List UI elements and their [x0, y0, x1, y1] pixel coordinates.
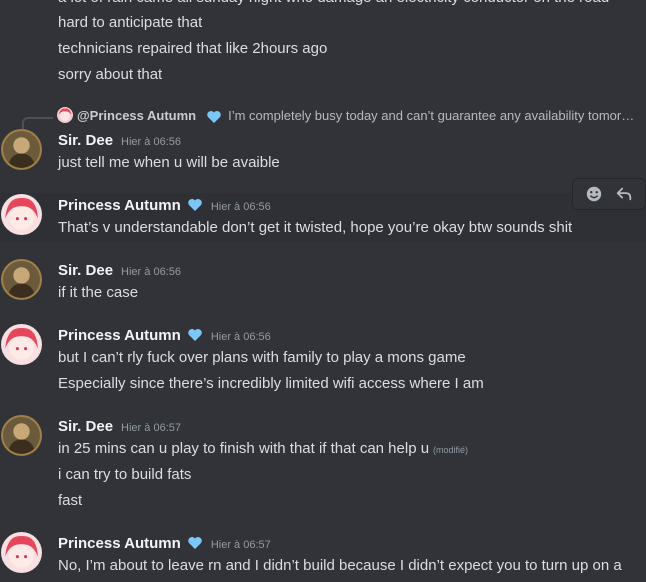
message-text: in 25 mins can u play to finish with tha… — [58, 440, 430, 457]
avatar[interactable] — [1, 324, 42, 365]
timestamp: Hier à 06:56 — [121, 136, 181, 148]
blue-heart-icon — [188, 329, 202, 341]
message-line: No, I’m about to leave rn and I didn’t b… — [58, 557, 622, 574]
author-name[interactable]: Sir. Dee — [58, 261, 113, 281]
message-line: sorry about that — [58, 66, 163, 83]
timestamp: Hier à 06:56 — [210, 331, 271, 343]
reply-preview[interactable]: @Princess Autumn I’m completely busy tod… — [57, 107, 643, 123]
blue-heart-icon — [207, 111, 221, 123]
avatar[interactable] — [1, 129, 42, 170]
avatar[interactable] — [1, 259, 42, 300]
message-line: but I can’t rly fuck over plans with fam… — [58, 349, 466, 366]
author-name[interactable]: Princess Autumn — [58, 196, 181, 216]
timestamp: Hier à 06:57 — [121, 422, 181, 434]
reply-icon[interactable] — [613, 183, 635, 205]
message-line: a lot of rain came all sunday night who … — [58, 0, 609, 8]
avatar[interactable] — [1, 415, 42, 456]
author-name[interactable]: Princess Autumn — [58, 534, 181, 554]
message-line: just tell me when u will be avaible — [58, 154, 280, 171]
message-header: Sir. Dee Hier à 06:56 — [58, 261, 181, 281]
author-name[interactable]: Princess Autumn — [58, 326, 181, 346]
message-toolbar — [572, 178, 646, 210]
message-header: Sir. Dee Hier à 06:57 — [58, 417, 181, 437]
reply-avatar — [57, 107, 73, 123]
message-header: Princess Autumn Hier à 06:56 — [58, 326, 271, 346]
message-header: Sir. Dee Hier à 06:56 — [58, 131, 181, 151]
blue-heart-icon — [188, 537, 202, 549]
edited-label: (modifié) — [433, 445, 469, 455]
message-line: i can try to build fats — [58, 466, 192, 483]
message-line: Especially since there’s incredibly limi… — [58, 375, 484, 392]
timestamp: Hier à 06:56 — [210, 201, 271, 213]
reply-author[interactable]: @Princess Autumn — [77, 108, 196, 123]
message-header: Princess Autumn Hier à 06:56 — [58, 196, 271, 216]
avatar[interactable] — [1, 194, 42, 235]
message-line: technicians repaired that like 2hours ag… — [58, 40, 328, 57]
message-line: in 25 mins can u play to finish with tha… — [58, 439, 468, 460]
reply-text[interactable]: I’m completely busy today and can’t guar… — [228, 108, 643, 123]
message-line: hard to anticipate that — [58, 14, 203, 31]
timestamp: Hier à 06:56 — [121, 266, 181, 278]
message-line: fast — [58, 492, 83, 509]
author-name[interactable]: Sir. Dee — [58, 131, 113, 151]
author-name[interactable]: Sir. Dee — [58, 417, 113, 437]
timestamp: Hier à 06:57 — [210, 539, 271, 551]
message-line: if it the case — [58, 284, 139, 301]
message-line: That’s v understandable don’t get it twi… — [58, 219, 573, 236]
add-reaction-icon[interactable] — [583, 183, 605, 205]
avatar[interactable] — [1, 532, 42, 573]
blue-heart-icon — [188, 199, 202, 211]
message-header: Princess Autumn Hier à 06:57 — [58, 534, 271, 554]
